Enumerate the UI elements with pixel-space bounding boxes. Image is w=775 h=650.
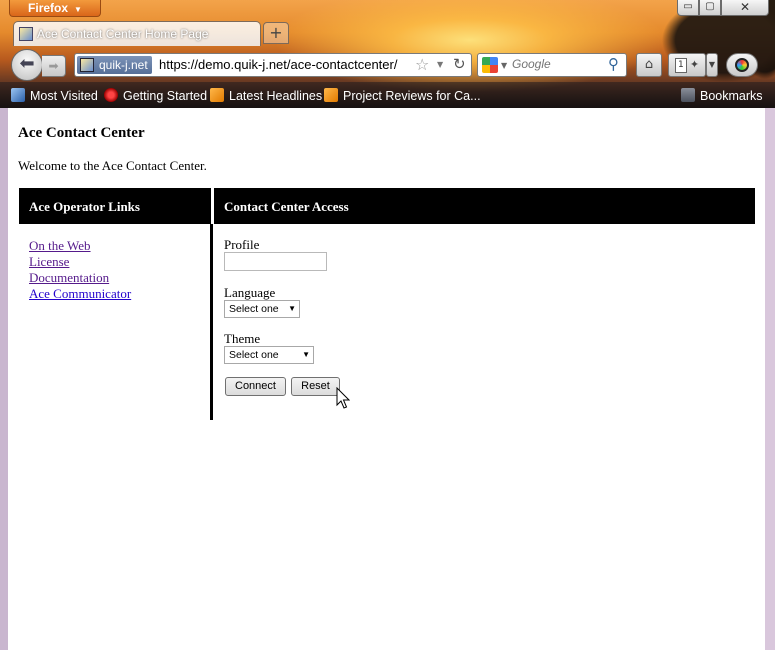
site-identity-label: quik-j.net — [99, 58, 148, 72]
firefox-menu-button[interactable]: Firefox ▼ — [9, 0, 101, 17]
close-window-button[interactable]: ✕ — [721, 0, 769, 16]
bookmark-getting-started[interactable]: Getting Started — [104, 88, 207, 103]
extension-ring-icon — [735, 57, 749, 72]
column-divider — [210, 224, 213, 420]
site-identity-button[interactable]: quik-j.net — [77, 56, 152, 74]
addon-toolbar-button[interactable]: 1 ✦ — [668, 53, 706, 77]
bookmark-project-reviews[interactable]: Project Reviews for Ca... — [324, 88, 481, 103]
bookmark-star-icon[interactable]: ☆ — [415, 55, 429, 74]
most-visited-icon — [11, 88, 25, 102]
bookmark-label: Getting Started — [123, 89, 208, 103]
bookmark-latest-headlines[interactable]: Latest Headlines — [210, 88, 322, 103]
connect-button[interactable]: Connect — [225, 377, 286, 396]
page-title: Ace Contact Center — [18, 125, 145, 141]
reset-button[interactable]: Reset — [291, 377, 340, 396]
site-favicon-icon — [19, 27, 33, 41]
chevron-down-icon: ▼ — [288, 304, 296, 313]
maximize-button[interactable]: ▢ — [699, 0, 721, 16]
window-border — [765, 108, 775, 650]
bookmark-label: Latest Headlines — [229, 89, 323, 103]
forward-button[interactable]: ➡ — [42, 55, 66, 77]
back-arrow-icon: ⬅ — [19, 53, 35, 74]
firefox-icon — [104, 88, 118, 102]
language-selected-value: Select one — [229, 303, 279, 315]
home-icon: ⌂ — [644, 57, 654, 72]
bookmark-most-visited[interactable]: Most Visited — [11, 88, 98, 103]
language-select[interactable]: Select one ▼ — [224, 300, 300, 318]
google-icon[interactable] — [482, 57, 498, 73]
list-item: Documentation — [29, 270, 131, 286]
close-icon: ✕ — [739, 0, 751, 14]
rss-icon — [210, 88, 224, 102]
tab-ace-contact-center[interactable]: Ace Contact Center Home Page — [13, 21, 261, 46]
link-on-the-web[interactable]: On the Web — [29, 238, 91, 253]
minimize-icon: ▭ — [683, 1, 693, 12]
list-item: License — [29, 254, 131, 270]
link-license[interactable]: License — [29, 254, 69, 269]
search-engine-dropdown-icon[interactable]: ▼ — [501, 61, 507, 70]
bookmarks-menu-button[interactable]: Bookmarks — [681, 88, 763, 103]
forward-arrow-icon: ➡ — [48, 59, 59, 73]
link-ace-communicator[interactable]: Ace Communicator — [29, 286, 131, 301]
home-button[interactable]: ⌂ — [636, 53, 662, 77]
link-documentation[interactable]: Documentation — [29, 270, 109, 285]
chevron-down-icon: ▼ — [302, 350, 310, 359]
chevron-down-icon: ▼ — [708, 60, 716, 69]
contact-center-access-header: Contact Center Access — [214, 188, 755, 224]
back-button[interactable]: ⬅ — [11, 49, 43, 81]
list-item: Ace Communicator — [29, 286, 131, 302]
url-text[interactable]: https://demo.quik-j.net/ace-contactcente… — [159, 57, 397, 72]
maximize-icon: ▢ — [705, 1, 715, 12]
bookmark-label: Project Reviews for Ca... — [343, 89, 481, 103]
tab-title: Ace Contact Center Home Page — [37, 27, 209, 41]
new-tab-button[interactable]: + — [263, 22, 289, 44]
navigation-toolbar: ⬅ ➡ quik-j.net https://demo.quik-j.net/a… — [0, 46, 775, 82]
address-bar[interactable]: quik-j.net https://demo.quik-j.net/ace-c… — [74, 53, 472, 77]
profile-input[interactable] — [224, 252, 327, 271]
language-label: Language — [224, 285, 276, 300]
operator-links-list: On the Web License Documentation Ace Com… — [29, 238, 131, 302]
theme-selected-value: Select one — [229, 349, 279, 361]
search-icon[interactable]: ⚲ — [608, 55, 619, 73]
site-favicon-icon — [80, 58, 94, 72]
mouse-pointer-icon — [336, 387, 350, 409]
plus-icon: + — [269, 23, 283, 42]
search-bar[interactable]: ▼ ⚲ — [477, 53, 627, 77]
notification-count-badge: 1 — [674, 57, 687, 73]
addon-icon: ✦ — [689, 58, 700, 71]
url-history-dropdown-icon[interactable]: ▼ — [437, 60, 443, 69]
theme-label: Theme — [224, 331, 261, 346]
reload-icon[interactable]: ↻ — [453, 55, 466, 73]
theme-select[interactable]: Select one ▼ — [224, 346, 314, 364]
operator-links-header: Ace Operator Links — [19, 188, 211, 224]
bookmarks-menu-label: Bookmarks — [700, 89, 763, 103]
addon-dropdown-button[interactable]: ▼ — [706, 53, 718, 77]
rss-icon — [324, 88, 338, 102]
list-item: On the Web — [29, 238, 131, 254]
welcome-text: Welcome to the Ace Contact Center. — [18, 158, 207, 173]
extension-button[interactable] — [726, 53, 758, 77]
search-input[interactable] — [512, 57, 602, 71]
page-content: Ace Contact Center Welcome to the Ace Co… — [8, 108, 765, 650]
firefox-menu-label: Firefox — [28, 1, 69, 15]
chevron-down-icon: ▼ — [74, 5, 82, 14]
bookmark-label: Most Visited — [30, 89, 98, 103]
profile-label: Profile — [224, 237, 260, 252]
minimize-button[interactable]: ▭ — [677, 0, 699, 16]
bookmarks-icon — [681, 88, 695, 102]
bookmarks-toolbar: Most Visited Getting Started Latest Head… — [0, 84, 775, 108]
